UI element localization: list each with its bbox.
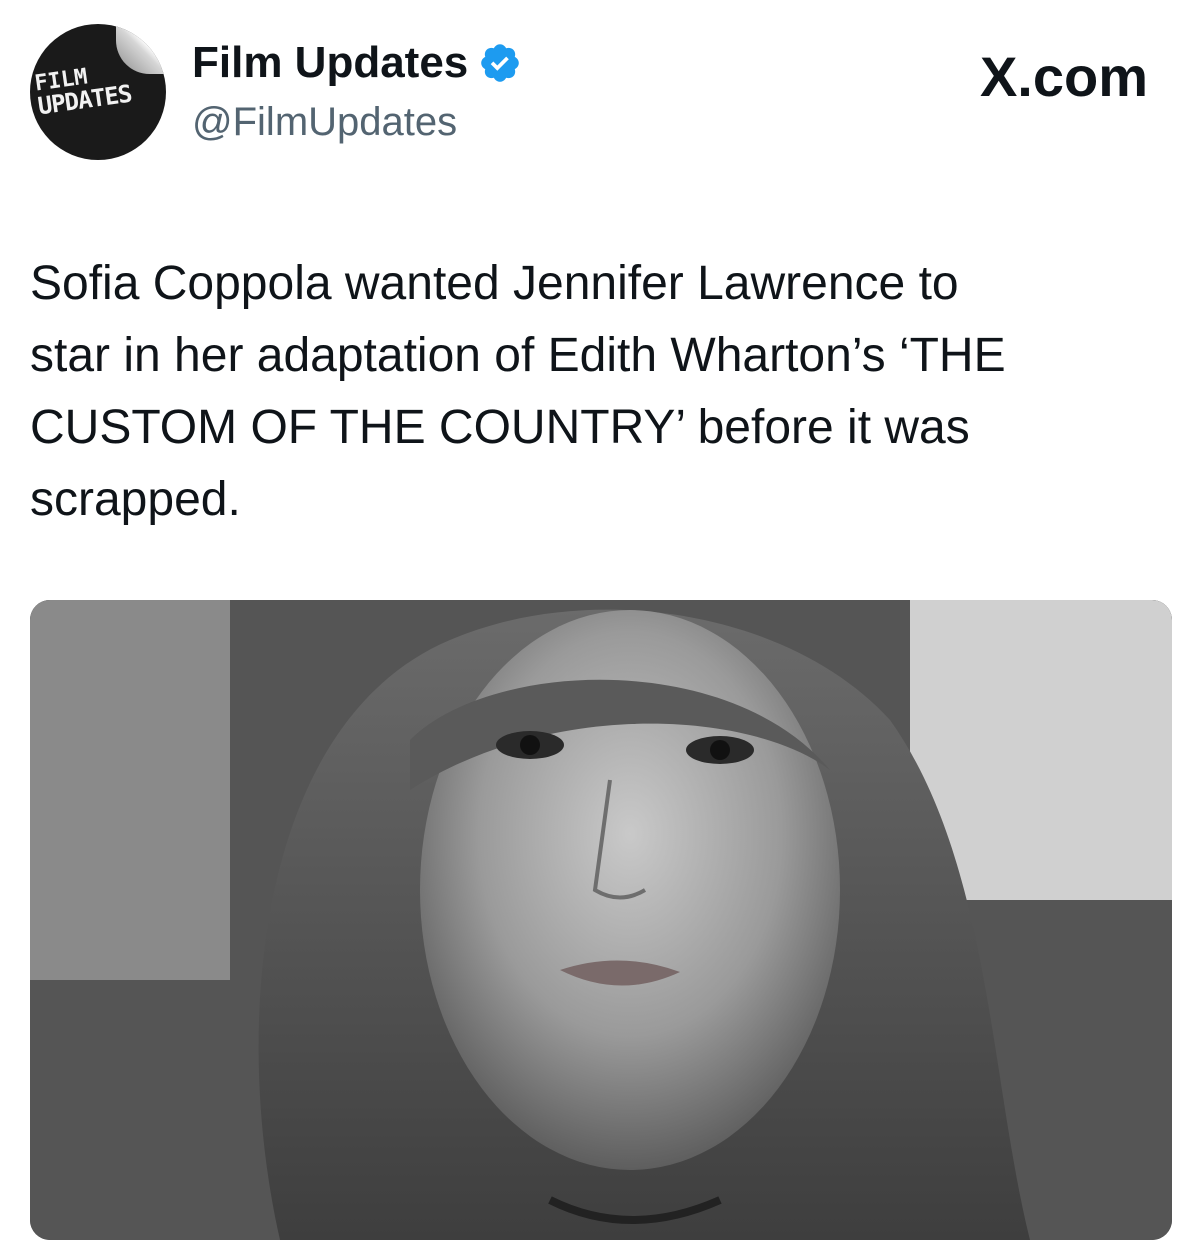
account-avatar[interactable]: FILM UPDATES — [30, 24, 166, 160]
verified-badge-icon — [481, 44, 520, 82]
account-name-row: Film Updates — [192, 38, 522, 88]
tweet-photo[interactable] — [30, 600, 1172, 1240]
tweet-text: Sofia Coppola wanted Jennifer Lawrence t… — [30, 257, 1006, 526]
account-handle[interactable]: @FilmUpdates — [192, 100, 457, 145]
portrait-photo-illustration — [30, 600, 1172, 1240]
account-display-name[interactable]: Film Updates — [192, 38, 468, 88]
site-label: X.com — [979, 45, 1148, 108]
avatar-logo: FILM UPDATES — [30, 57, 166, 120]
